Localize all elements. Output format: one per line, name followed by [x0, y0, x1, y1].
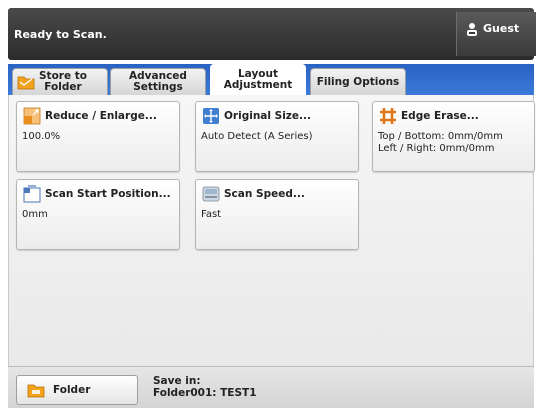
original-size-icon: [203, 108, 219, 124]
edge-erase-button[interactable]: Edge Erase... Top / Bottom: 0mm/0mm Left…: [372, 101, 535, 172]
status-header: Ready to Scan. Guest: [8, 8, 536, 60]
folder-icon: [27, 384, 45, 398]
save-in-label: Save in:: [153, 375, 201, 387]
reduce-enlarge-button[interactable]: Reduce / Enlarge... 100.0%: [16, 101, 180, 172]
tab-filing-options[interactable]: Filing Options: [310, 68, 406, 95]
reduce-enlarge-icon: [23, 107, 41, 125]
scan-speed-value: Fast: [201, 209, 222, 220]
tab-filing-line1: Filing Options: [316, 75, 400, 88]
original-size-button[interactable]: Original Size... Auto Detect (A Series): [195, 101, 359, 172]
tab-layout-adjustment[interactable]: Layout Adjustment: [210, 64, 306, 95]
scan-speed-icon: [202, 186, 220, 202]
scan-start-position-title: Scan Start Position...: [45, 188, 171, 200]
edge-erase-title: Edge Erase...: [401, 110, 479, 122]
folder-button-label: Folder: [53, 384, 91, 396]
original-size-value: Auto Detect (A Series): [201, 131, 313, 142]
tab-adv-label: Advanced Settings: [129, 71, 187, 93]
tab-store-label: Store to Folder: [39, 71, 87, 93]
tab-adv-line2: Settings: [133, 81, 183, 93]
scan-start-position-icon: [23, 185, 41, 203]
status-text: Ready to Scan.: [14, 28, 107, 41]
scan-speed-title: Scan Speed...: [224, 188, 305, 200]
edge-erase-top-bottom: Top / Bottom: 0mm/0mm: [378, 131, 503, 142]
reduce-enlarge-title: Reduce / Enlarge...: [45, 110, 157, 122]
tab-store-to-folder[interactable]: Store to Folder: [12, 68, 108, 95]
folder-icon: [17, 76, 35, 90]
footer-bar: Folder Save in: Folder001: TEST1: [8, 366, 534, 408]
reduce-enlarge-value: 100.0%: [22, 131, 61, 142]
scan-start-position-button[interactable]: Scan Start Position... 0mm: [16, 179, 180, 250]
save-in-info: Save in: Folder001: TEST1: [153, 375, 257, 399]
save-in-value: Folder001: TEST1: [153, 387, 257, 399]
guest-label: Guest: [483, 22, 520, 35]
tab-bar: Store to Folder Advanced Settings Layout…: [8, 64, 534, 95]
tab-store-line2: Folder: [44, 81, 82, 93]
scan-speed-button[interactable]: Scan Speed... Fast: [195, 179, 359, 250]
tab-layout-line2: Adjustment: [223, 79, 293, 91]
edge-erase-icon: [380, 108, 396, 124]
tab-layout-label: Layout Adjustment: [224, 69, 293, 91]
tab-advanced-settings[interactable]: Advanced Settings: [110, 68, 206, 95]
edge-erase-left-right: Left / Right: 0mm/0mm: [378, 143, 495, 154]
scan-start-position-value: 0mm: [22, 209, 48, 220]
guest-button[interactable]: Guest: [456, 12, 536, 56]
user-icon: [467, 23, 477, 36]
layout-adjustment-panel: Reduce / Enlarge... 100.0% Original Size…: [8, 95, 535, 366]
edge-erase-value: Top / Bottom: 0mm/0mm Left / Right: 0mm/…: [378, 131, 503, 155]
scan-screen: Ready to Scan. Guest Store to Folder Adv…: [0, 0, 536, 408]
folder-button[interactable]: Folder: [16, 375, 138, 405]
original-size-title: Original Size...: [224, 110, 311, 122]
